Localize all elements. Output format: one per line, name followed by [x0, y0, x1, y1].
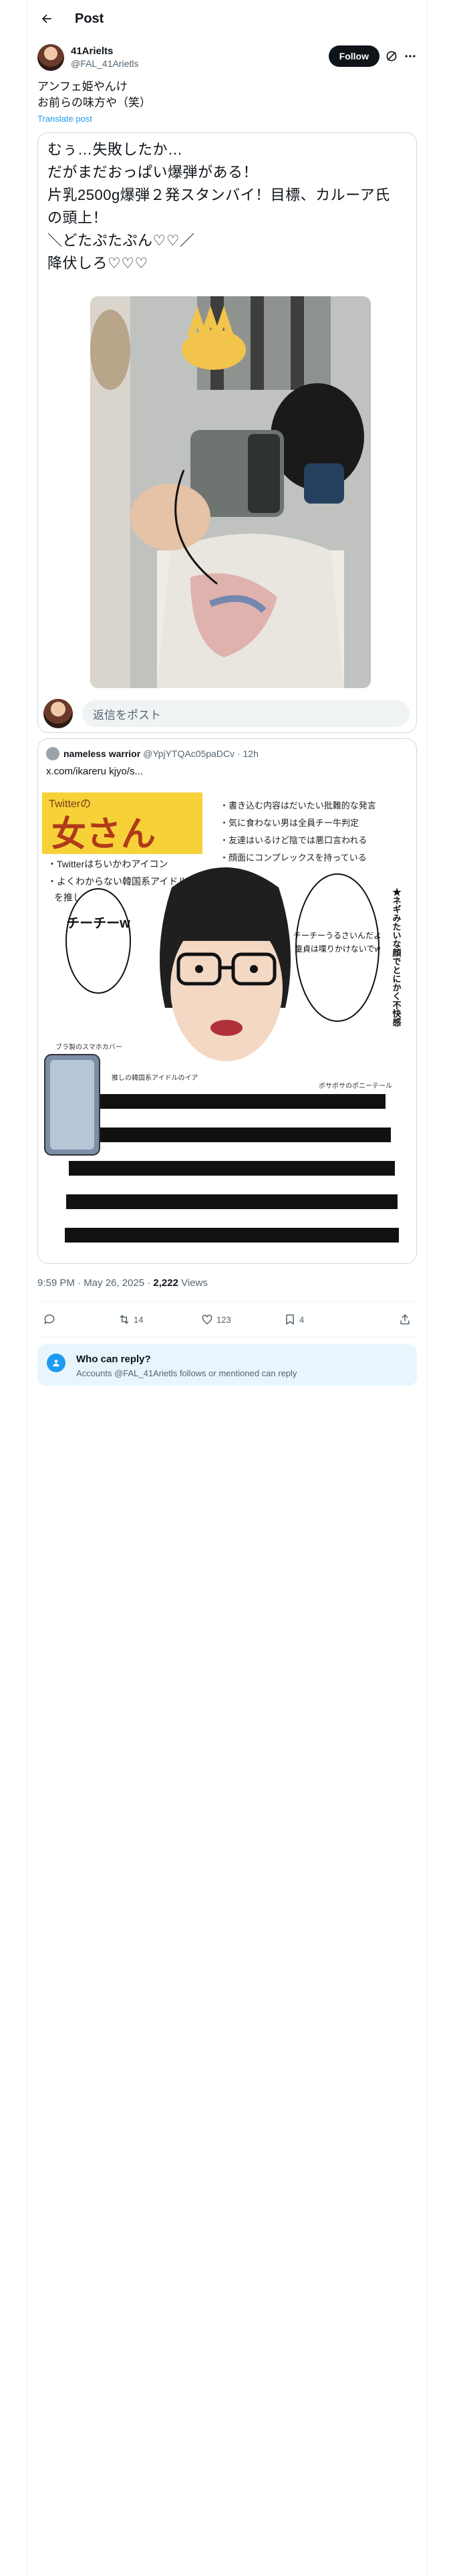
- bubble-right-line: チーチーうるさいんだよ: [293, 931, 382, 940]
- bubble-left: チーチーw: [66, 916, 130, 931]
- right-note: ・顔面にコンプレックスを持っている: [220, 853, 367, 863]
- embedded-post-text: むぅ…失敗したか… だがまだおっぱい爆弾がある！ 片乳2500g爆弾２発スタンバ…: [47, 138, 408, 275]
- embedded-post-card[interactable]: むぅ…失敗したか… だがまだおっぱい爆弾がある！ 片乳2500g爆弾２発スタンバ…: [37, 132, 417, 733]
- photo-illustration: [90, 296, 371, 688]
- translate-link[interactable]: Translate post: [37, 114, 92, 124]
- post-text: アンフェ姫やんけ お前らの味方や（笑）: [37, 79, 417, 111]
- retweet-count: 14: [134, 1314, 144, 1325]
- left-note: ・よくわからない韓国系アイドル: [47, 876, 187, 887]
- more-icon[interactable]: [404, 49, 417, 63]
- page-title: Post: [75, 11, 104, 26]
- post-meta: 9:59 PM · May 26, 2025 · 2,222 Views: [37, 1277, 208, 1289]
- banner-big: 女さん: [51, 815, 156, 854]
- quoted-avatar: [46, 747, 59, 760]
- heart-icon: [202, 1314, 212, 1325]
- embedded-line: の頭上！: [47, 209, 108, 226]
- share-button[interactable]: [398, 1311, 414, 1327]
- author-handle[interactable]: @FAL_41Arietls: [71, 58, 138, 69]
- avatar[interactable]: [37, 44, 64, 71]
- reply-button[interactable]: [43, 1311, 59, 1327]
- right-note: ・気に食わない男は全員チー牛判定: [220, 818, 359, 828]
- reply-avatar: [43, 699, 73, 728]
- quoted-post-header: nameless warrior @YpjYTQAc05paDCv · 12h: [46, 747, 259, 760]
- author-row: 41Arielts @FAL_41Arietls Follow: [37, 43, 417, 72]
- like-button[interactable]: 123: [200, 1311, 231, 1327]
- idol-note: 推しの韓国系アイドルのイア: [112, 1073, 198, 1082]
- reply-icon: [44, 1314, 55, 1325]
- side-title: ★ネギみたいな顔でとにかく不快感: [392, 887, 402, 1027]
- right-note: ・友達はいるけど陰では悪口言われる: [220, 835, 367, 845]
- views-label: Views: [178, 1277, 208, 1289]
- view-count: 2,222: [153, 1277, 178, 1289]
- who-can-reply-subtitle: Accounts @FAL_41Arietls follows or menti…: [76, 1368, 297, 1378]
- share-icon: [400, 1314, 410, 1325]
- back-arrow-icon: [42, 14, 51, 23]
- like-count: 123: [216, 1314, 231, 1325]
- user-icon: [47, 1354, 65, 1372]
- banner-small: Twitterの: [49, 798, 91, 810]
- quoted-link[interactable]: x.com/ikareru kjyo/s...: [46, 766, 143, 777]
- reply-bar: 返信をポスト: [38, 692, 416, 732]
- bookmark-icon: [286, 1314, 294, 1325]
- post-line: アンフェ姫やんけ: [37, 80, 128, 93]
- reply-input[interactable]: 返信をポスト: [82, 700, 410, 727]
- top-bar: Post: [27, 0, 428, 37]
- meme-image[interactable]: Twitterの 女さん ・Twitterはちいかわアイコン ・よくわからない韓…: [38, 787, 416, 1263]
- quoted-post-card[interactable]: nameless warrior @YpjYTQAc05paDCv · 12h …: [37, 738, 417, 1264]
- quoted-author-name: nameless warrior: [63, 748, 141, 759]
- bubble-right-line: 童貞は喋りかけないでw: [295, 944, 381, 954]
- embedded-line: むぅ…失敗したか…: [47, 141, 183, 158]
- meme-illustration: Twitterの 女さん ・Twitterはちいかわアイコン ・よくわからない韓…: [38, 787, 416, 1263]
- phone-note: ブラ製のスマホカバー: [55, 1043, 122, 1051]
- grok-icon[interactable]: [385, 49, 398, 63]
- author-name[interactable]: 41Arielts: [71, 45, 113, 57]
- post-line: お前らの味方や（笑）: [37, 96, 151, 109]
- bookmark-count: 4: [299, 1314, 305, 1325]
- ponytail-note: ボサボサのポニーテール: [319, 1082, 392, 1090]
- left-note: ・Twitterはちいかわアイコン: [47, 859, 168, 869]
- right-note: ・書き込む内容はだいたい批難的な発言: [220, 800, 376, 811]
- post-time[interactable]: 9:59 PM · May 26, 2025 ·: [37, 1277, 153, 1289]
- action-bar: 14 123 4: [37, 1301, 417, 1337]
- back-button[interactable]: [35, 7, 59, 31]
- who-can-reply-title: Who can reply?: [76, 1354, 151, 1365]
- embedded-line: ＼どたぷたぷん♡♡／: [47, 232, 195, 249]
- quoted-handle-time: @YpjYTQAc05paDCv · 12h: [143, 748, 259, 759]
- retweet-icon: [120, 1315, 129, 1324]
- embedded-line: 降伏しろ♡♡♡: [47, 255, 148, 272]
- embedded-line: 片乳2500g爆弾２発スタンバイ！目標、カルーア氏: [47, 187, 390, 203]
- retweet-button[interactable]: 14: [118, 1311, 143, 1327]
- bookmark-button[interactable]: 4: [283, 1311, 304, 1327]
- who-can-reply-panel: Who can reply? Accounts @FAL_41Arietls f…: [37, 1344, 417, 1386]
- post-photo[interactable]: [90, 296, 371, 688]
- follow-button[interactable]: Follow: [328, 45, 380, 67]
- embedded-line: だがまだおっぱい爆弾がある！: [47, 164, 259, 181]
